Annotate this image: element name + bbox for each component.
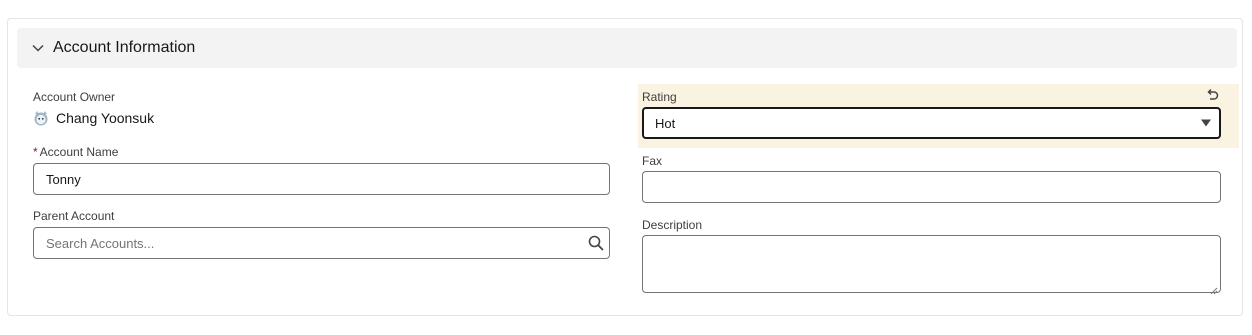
- description-label: Description: [642, 218, 703, 232]
- account-owner-value: Chang Yoonsuk: [33, 110, 154, 126]
- account-information-card: Account Information Account Owner Chang …: [7, 18, 1243, 316]
- parent-account-label: Parent Account: [33, 209, 115, 223]
- account-name-label-text: Account Name: [39, 145, 119, 159]
- chevron-down-icon[interactable]: [31, 41, 45, 55]
- rating-selected-value: Hot: [655, 115, 676, 131]
- avatar-icon: [33, 110, 49, 126]
- parent-account-placeholder: Search Accounts...: [46, 235, 155, 251]
- rating-label: Rating: [642, 90, 677, 104]
- account-name-label: * Account Name: [33, 145, 118, 159]
- section-header-account-information[interactable]: Account Information: [17, 28, 1237, 68]
- search-icon[interactable]: [588, 235, 604, 251]
- caret-down-icon[interactable]: [1201, 119, 1211, 127]
- account-name-input[interactable]: Tonny: [33, 163, 610, 195]
- required-indicator: *: [33, 145, 38, 159]
- undo-icon[interactable]: [1205, 88, 1219, 102]
- description-textarea[interactable]: [642, 235, 1221, 295]
- rating-select[interactable]: Hot: [642, 107, 1221, 139]
- resize-handle-icon[interactable]: [1210, 282, 1218, 295]
- parent-account-search-input[interactable]: Search Accounts...: [33, 227, 610, 259]
- account-owner-label: Account Owner: [33, 90, 116, 104]
- fax-label: Fax: [642, 154, 663, 168]
- account-owner-name[interactable]: Chang Yoonsuk: [56, 110, 154, 126]
- fax-input[interactable]: [642, 171, 1221, 203]
- account-name-value: Tonny: [46, 171, 81, 187]
- section-title: Account Information: [53, 39, 196, 56]
